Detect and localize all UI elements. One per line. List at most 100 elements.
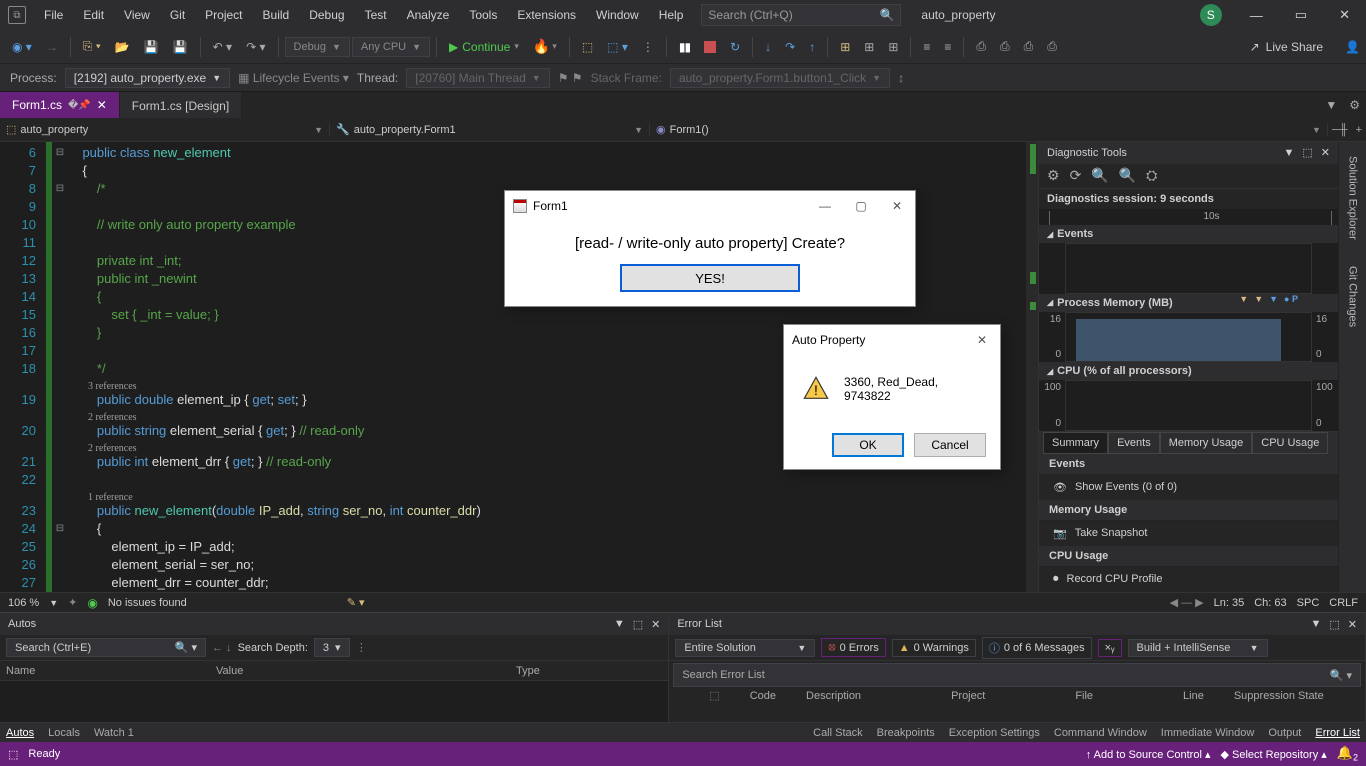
pin-icon[interactable]: �📌 [68,100,91,111]
tab-settings-icon[interactable]: ⚙ [1343,92,1366,118]
fold-toggle[interactable]: ⊟ [52,180,68,198]
issues-status[interactable]: No issues found [108,597,187,609]
code-line[interactable]: element_ip = IP_add; [68,538,1038,556]
col-line[interactable]: Line [1183,690,1204,702]
line-number[interactable]: 10 [0,216,36,234]
tool-icon[interactable]: ⊞ [834,37,856,57]
zoom-level[interactable]: 106 % [8,597,39,609]
pin-icon[interactable]: ⬚ [1302,146,1312,159]
fold-toggle[interactable]: ⊟ [52,144,68,162]
record-cpu-link[interactable]: ⏺Record CPU Profile [1039,567,1338,592]
close-icon[interactable]: ✕ [97,98,107,112]
zoom-in-icon[interactable]: 🔍 [1091,167,1108,184]
notifications-icon[interactable]: 🔔2 [1337,745,1358,763]
warnings-filter[interactable]: ▲0 Warnings [892,639,976,657]
error-search-box[interactable]: Search Error List🔍 ▾ [673,663,1361,687]
tab-breakpoints[interactable]: Breakpoints [877,727,935,739]
line-number[interactable]: 18 [0,360,36,378]
line-number[interactable]: 20 [0,422,36,440]
pin-icon[interactable]: ⬚ [1329,618,1339,631]
stackframe-combo[interactable]: auto_property.Form1.button1_Click▼ [670,68,890,88]
solution-explorer-tab[interactable]: Solution Explorer [1343,148,1363,248]
line-number[interactable]: 23 [0,502,36,520]
code-line[interactable]: public class new_element [68,144,1038,162]
line-number[interactable]: 21 [0,453,36,471]
user-avatar[interactable]: S [1200,4,1222,26]
continue-button[interactable]: ▶Continue▾ [443,37,525,57]
step-out-button[interactable]: ↑ [803,37,821,57]
line-number[interactable]: 22 [0,471,36,489]
tool-icon[interactable]: ⊞ [858,37,880,57]
line-number[interactable]: 27 [0,574,36,592]
menu-tools[interactable]: Tools [459,2,507,28]
menu-test[interactable]: Test [355,2,397,28]
stop-button[interactable] [698,38,722,56]
tab-locals[interactable]: Locals [48,727,80,739]
process-combo[interactable]: [2192] auto_property.exe▼ [65,68,230,88]
show-events-link[interactable]: 👁Show Events (0 of 0) [1039,475,1338,500]
close-button[interactable]: ✕ [1323,0,1366,30]
search-depth-combo[interactable]: 3 ▾ [314,638,350,657]
dropdown-icon[interactable]: ▼ [1310,618,1321,630]
code-line[interactable]: { [68,162,1038,180]
line-number[interactable]: 25 [0,538,36,556]
col-type[interactable]: Type [516,665,560,677]
tool-icon[interactable]: ⎙ [994,36,1016,57]
code-line[interactable]: set { _int = value; } [68,306,1038,324]
open-button[interactable]: 📂 [109,37,136,57]
add-button[interactable]: + [1352,124,1366,136]
line-number[interactable]: 26 [0,556,36,574]
dropdown-icon[interactable]: ▼ [1283,147,1294,159]
line-number[interactable]: 14 [0,288,36,306]
diag-tab-events[interactable]: Events [1108,432,1160,454]
tab-immediate-window[interactable]: Immediate Window [1161,727,1255,739]
tool-icon[interactable]: ⊞ [882,37,904,57]
menu-edit[interactable]: Edit [73,2,114,28]
pause-button[interactable]: ▮▮ [673,37,696,57]
pin-icon[interactable]: ⬚ [633,618,643,631]
gear-icon[interactable]: ⚙ [1047,167,1060,184]
close-icon[interactable]: ✕ [1321,146,1330,159]
menu-project[interactable]: Project [195,2,252,28]
tab-form1-design[interactable]: Form1.cs [Design] [120,92,242,118]
split-button[interactable]: ─╫ [1328,124,1352,136]
col-desc[interactable]: Description [806,690,861,702]
line-number[interactable]: 12 [0,252,36,270]
take-snapshot-link[interactable]: 📷Take Snapshot [1039,521,1338,546]
live-share-button[interactable]: ↗ Live Share [1250,40,1337,54]
line-number[interactable]: 17 [0,342,36,360]
add-to-source-control[interactable]: ↑ Add to Source Control ▴ [1086,748,1211,761]
minimize-button[interactable]: — [1234,0,1279,30]
dropdown-icon[interactable]: ▼ [614,618,625,630]
close-icon[interactable]: ✕ [1348,618,1357,631]
maximize-button[interactable]: ▭ [1279,0,1323,30]
undo-button[interactable]: ↶ ▾ [207,37,238,57]
git-changes-tab[interactable]: Git Changes [1343,258,1363,335]
tab-command-window[interactable]: Command Window [1054,727,1147,739]
nav-fwd-button[interactable]: → [40,37,64,57]
thread-combo[interactable]: [20760] Main Thread▼ [406,68,549,88]
codelens-references[interactable]: 1 reference [68,489,1038,502]
line-number[interactable]: 19 [0,391,36,409]
line-number[interactable]: 24 [0,520,36,538]
step-button[interactable]: ⬚ [576,37,599,57]
zoom-reset-icon[interactable]: ⟳ [1070,167,1082,184]
scroll-overview[interactable] [1026,142,1038,592]
events-graph[interactable] [1039,243,1338,294]
ok-button[interactable]: OK [832,433,904,457]
line-number[interactable]: 6 [0,144,36,162]
messages-filter[interactable]: ⓘ0 of 6 Messages [982,637,1092,659]
line-number[interactable]: 11 [0,234,36,252]
zoom-out-icon[interactable]: 🔍 [1119,167,1136,184]
col-name[interactable]: Name [6,665,216,677]
menu-extensions[interactable]: Extensions [507,2,586,28]
code-line[interactable]: element_drr = counter_ddr; [68,574,1038,592]
new-item-button[interactable]: ⎘ ▾ [77,36,107,57]
tab-call-stack[interactable]: Call Stack [813,727,863,739]
minimize-button[interactable]: — [807,192,843,220]
select-repository[interactable]: ◆ Select Repository ▴ [1220,748,1326,761]
maximize-button[interactable]: ▢ [843,192,879,220]
nav-namespace[interactable]: ⬚auto_property▼ [0,123,330,136]
save-all-button[interactable]: 💾 [167,37,194,57]
close-button[interactable]: ✕ [879,192,915,220]
